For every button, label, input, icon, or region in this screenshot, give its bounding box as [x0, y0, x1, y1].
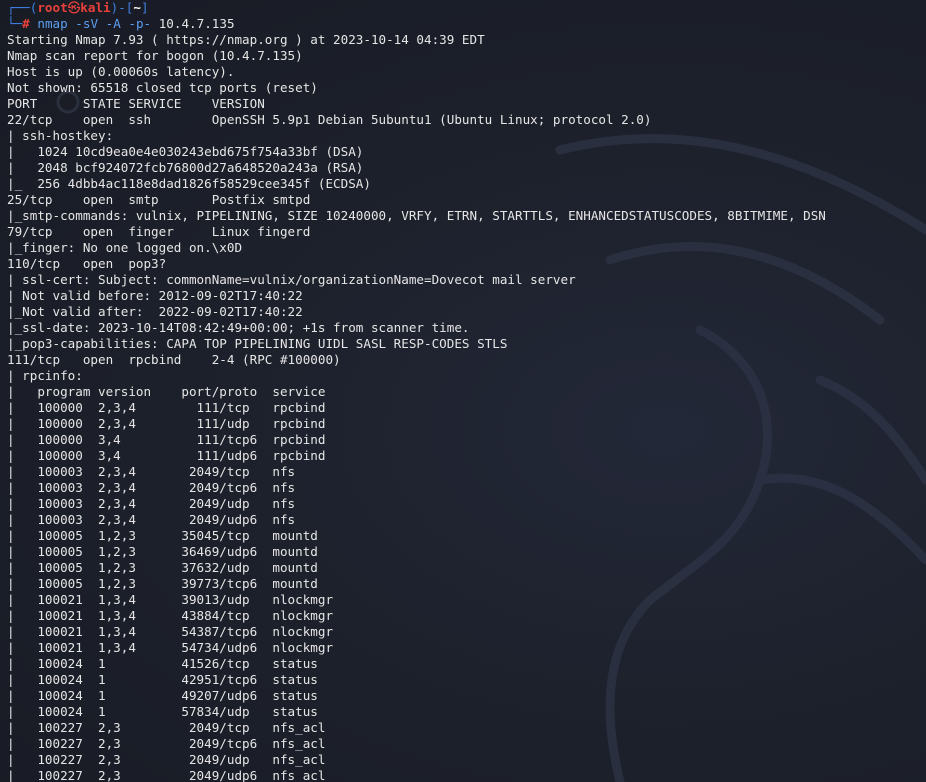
prompt-line-top: ┌──(root㉿kali)-[~] [7, 0, 926, 16]
output-line: | 1024 10cd9ea0e4e030243ebd675f754a33bf … [7, 144, 364, 159]
output-line: Host is up (0.00060s latency). [7, 64, 235, 79]
output-line: |_smtp-commands: vulnix, PIPELINING, SIZ… [7, 208, 826, 223]
prompt-user: root [37, 0, 68, 15]
output-line: | ssl-cert: Subject: commonName=vulnix/o… [7, 272, 576, 287]
output-line: | 100000 2,3,4 111/tcp rpcbind [7, 400, 326, 415]
output-line: | 100003 2,3,4 2049/tcp6 nfs [7, 480, 296, 495]
output-line: | 100021 1,3,4 43884/tcp nlockmgr [7, 608, 334, 623]
command-name: nmap [37, 16, 68, 31]
output-line: 79/tcp open finger Linux fingerd [7, 224, 311, 239]
output-line: | 100005 1,2,3 39773/tcp6 mountd [7, 576, 318, 591]
prompt-host: kali [80, 0, 111, 15]
output-line: | 100024 1 42951/tcp6 status [7, 672, 318, 687]
prompt-frame-close: ] [140, 0, 149, 15]
output-line: 22/tcp open ssh OpenSSH 5.9p1 Debian 5ub… [7, 112, 652, 127]
output-line: | 100003 2,3,4 2049/udp nfs [7, 496, 296, 511]
output-line: | 100227 2,3 2049/tcp nfs_acl [7, 720, 326, 735]
output-line: | program version port/proto service [7, 384, 326, 399]
output-line: | 100024 1 49207/udp6 status [7, 688, 318, 703]
output-line: Starting Nmap 7.93 ( https://nmap.org ) … [7, 32, 485, 47]
terminal-output[interactable]: ┌──(root㉿kali)-[~] └─# nmap -sV -A -p- 1… [7, 0, 926, 782]
output-line: | 100021 1,3,4 54387/tcp6 nlockmgr [7, 624, 334, 639]
output-line: PORT STATE SERVICE VERSION [7, 96, 265, 111]
skull-icon: ㉿ [67, 0, 81, 15]
output-line: |_ssl-date: 2023-10-14T08:42:49+00:00; +… [7, 320, 470, 335]
output-line: |_ 100227 2,3 2049/udp6 nfs_acl [7, 768, 326, 782]
output-line: | 100024 1 41526/tcp status [7, 656, 318, 671]
terminal-window[interactable]: ┌──(root㉿kali)-[~] └─# nmap -sV -A -p- 1… [0, 0, 926, 782]
output-line: | 100003 2,3,4 2049/tcp nfs [7, 464, 296, 479]
output-line: | ssh-hostkey: [7, 128, 114, 143]
output-line: | 100024 1 57834/udp status [7, 704, 318, 719]
output-line: | 100000 3,4 111/tcp6 rpcbind [7, 432, 326, 447]
prompt-line-command: └─# nmap -sV -A -p- 10.4.7.135 [7, 16, 926, 32]
output-line: | 100005 1,2,3 35045/tcp mountd [7, 528, 318, 543]
prompt-directory: ~ [133, 0, 141, 15]
output-line: | 100021 1,3,4 54734/udp6 nlockmgr [7, 640, 334, 655]
prompt-frame-top: ┌──( [7, 0, 38, 15]
output-line: | 100003 2,3,4 2049/udp6 nfs [7, 512, 296, 527]
output-line: | 100021 1,3,4 39013/udp nlockmgr [7, 592, 334, 607]
command-target: 10.4.7.135 [158, 16, 235, 31]
output-line: | 2048 bcf924072fcb76800d27a648520a243a … [7, 160, 364, 175]
output-line: 111/tcp open rpcbind 2-4 (RPC #100000) [7, 352, 341, 367]
output-line: | 100005 1,2,3 37632/udp mountd [7, 560, 318, 575]
output-line: Nmap scan report for bogon (10.4.7.135) [7, 48, 303, 63]
output-line: 25/tcp open smtp Postfix smtpd [7, 192, 311, 207]
output-line: 110/tcp open pop3? [7, 256, 167, 271]
prompt-frame-bottom: └─ [7, 16, 23, 31]
output-line: Not shown: 65518 closed tcp ports (reset… [7, 80, 318, 95]
prompt-hash: # [22, 16, 30, 31]
output-line: | 100227 2,3 2049/udp nfs_acl [7, 752, 326, 767]
command-options: -sV -A -p- [75, 16, 152, 31]
output-line: | rpcinfo: [7, 368, 83, 383]
output-line: | Not valid before: 2012-09-02T17:40:22 [7, 288, 303, 303]
output-line: |_finger: No one logged on.\x0D [7, 240, 243, 255]
output-line: |_ 256 4dbb4ac118e8dad1826f58529cee345f … [7, 176, 371, 191]
output-line: | 100000 2,3,4 111/udp rpcbind [7, 416, 326, 431]
output-line: | 100227 2,3 2049/tcp6 nfs_acl [7, 736, 326, 751]
output-line: |_Not valid after: 2022-09-02T17:40:22 [7, 304, 303, 319]
prompt-frame-mid: )-[ [110, 0, 134, 15]
output-line: | 100005 1,2,3 36469/udp6 mountd [7, 544, 318, 559]
output-line: | 100000 3,4 111/udp6 rpcbind [7, 448, 326, 463]
output-line: |_pop3-capabilities: CAPA TOP PIPELINING… [7, 336, 508, 351]
